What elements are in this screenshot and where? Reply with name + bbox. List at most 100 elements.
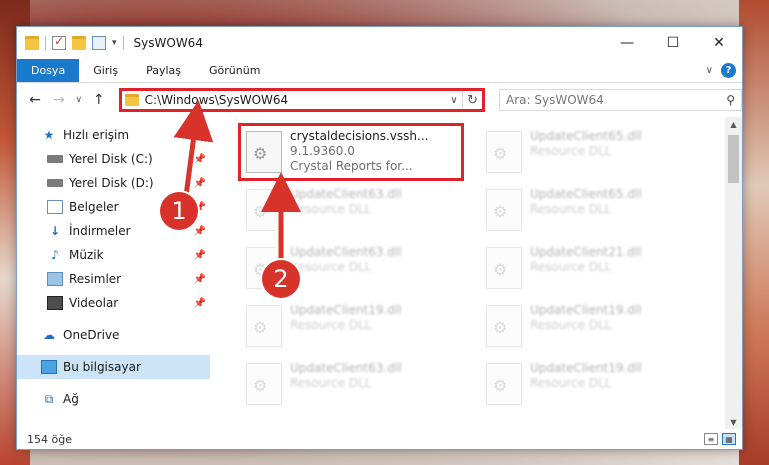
file-type: Resource DLL [290, 376, 372, 390]
toolbar-divider [45, 36, 46, 50]
folder-icon [25, 36, 39, 50]
dll-file-icon [246, 305, 282, 347]
file-name: UpdateClient63.dll [290, 361, 402, 375]
window-title: SysWOW64 [133, 36, 203, 50]
file-tile[interactable]: UpdateClient65.dllResource DLL [480, 125, 700, 181]
address-dropdown-icon[interactable]: ∨ [446, 95, 462, 106]
nav-label: OneDrive [63, 328, 120, 342]
rename-icon[interactable] [92, 36, 106, 50]
window-controls: — ☐ ✕ [604, 28, 742, 58]
file-name: UpdateClient63.dll [290, 187, 402, 201]
pin-icon[interactable]: 📌 [194, 226, 206, 237]
nav-network[interactable]: ⧉ Ağ [17, 387, 210, 411]
nav-quick-access[interactable]: ★ Hızlı erişim [17, 123, 210, 147]
nav-label: Yerel Disk (D:) [69, 176, 154, 190]
pictures-icon [47, 272, 63, 286]
up-button[interactable]: ↑ [89, 90, 109, 110]
nav-item-disk-c[interactable]: Yerel Disk (C:) 📌 [17, 147, 210, 171]
navigation-bar: ← → ∨ ↑ C:\Windows\SysWOW64 ∨ ↻ ⚲ [17, 83, 742, 117]
qat-dropdown-icon[interactable]: ▾ [112, 38, 117, 48]
nav-label: Belgeler [69, 200, 119, 214]
file-tile[interactable]: UpdateClient63.dllResource DLL [240, 183, 460, 239]
star-icon: ★ [43, 128, 55, 142]
minimize-button[interactable]: — [604, 28, 650, 58]
file-tile[interactable]: UpdateClient19.dllResource DLL [480, 299, 700, 355]
refresh-button[interactable]: ↻ [462, 91, 482, 109]
callout-2: 2 [262, 260, 300, 298]
videos-icon [47, 296, 63, 310]
search-input[interactable] [506, 93, 727, 107]
address-path[interactable]: C:\Windows\SysWOW64 [145, 93, 446, 107]
pin-icon[interactable]: 📌 [194, 154, 206, 165]
nav-label: Bu bilgisayar [63, 360, 141, 374]
close-button[interactable]: ✕ [696, 28, 742, 58]
explorer-window: ▾ SysWOW64 — ☐ ✕ Dosya Giriş Paylaş Görü… [16, 26, 743, 450]
documents-icon [47, 200, 63, 214]
recent-locations-button[interactable]: ∨ [73, 95, 85, 105]
disk-icon [47, 179, 63, 187]
dll-file-icon [486, 247, 522, 289]
nav-item-music[interactable]: ♪ Müzik 📌 [17, 243, 210, 267]
expand-ribbon-icon[interactable]: ∨ [706, 65, 713, 76]
dll-file-icon [246, 363, 282, 405]
pin-icon[interactable]: 📌 [194, 274, 206, 285]
tab-share[interactable]: Paylaş [132, 59, 195, 82]
forward-button[interactable]: → [49, 90, 69, 110]
dll-file-icon [486, 189, 522, 231]
new-folder-icon[interactable] [72, 36, 86, 50]
file-name: UpdateClient21.dll [530, 245, 642, 259]
pin-icon[interactable]: 📌 [194, 178, 206, 189]
file-tile[interactable]: UpdateClient19.dllResource DLL [480, 357, 700, 413]
scroll-down-icon[interactable]: ▼ [725, 415, 742, 429]
folder-icon [124, 94, 139, 106]
nav-label: Hızlı erişim [63, 128, 130, 142]
maximize-button[interactable]: ☐ [650, 28, 696, 58]
file-type: Resource DLL [290, 202, 372, 216]
nav-item-videos[interactable]: Videolar 📌 [17, 291, 210, 315]
toolbar-divider [122, 36, 124, 50]
ribbon-tabs: Dosya Giriş Paylaş Görünüm ∨ ? [17, 59, 742, 83]
view-buttons: ≡ ▦ [704, 433, 742, 445]
help-icon[interactable]: ? [721, 63, 736, 78]
properties-check-icon[interactable] [52, 34, 66, 50]
search-icon[interactable]: ⚲ [726, 93, 735, 107]
nav-item-pictures[interactable]: Resimler 📌 [17, 267, 210, 291]
background-right [739, 0, 769, 465]
scroll-up-icon[interactable]: ▲ [725, 117, 742, 131]
nav-label: Yerel Disk (C:) [69, 152, 153, 166]
nav-label: Müzik [69, 248, 104, 262]
file-type: Resource DLL [530, 260, 612, 274]
tab-view[interactable]: Görünüm [195, 59, 274, 82]
file-tile[interactable]: UpdateClient19.dllResource DLL [240, 299, 460, 355]
nav-this-pc[interactable]: Bu bilgisayar [17, 355, 210, 379]
tab-file[interactable]: Dosya [17, 59, 80, 82]
address-bar[interactable]: C:\Windows\SysWOW64 ∨ ↻ [118, 88, 486, 112]
tiles-view-icon[interactable]: ▦ [722, 433, 736, 445]
file-name: UpdateClient65.dll [530, 187, 642, 201]
nav-label: İndirmeler [69, 224, 131, 238]
quick-access-toolbar: ▾ [25, 34, 124, 50]
dll-file-icon [246, 189, 282, 231]
file-tile[interactable]: UpdateClient65.dllResource DLL [480, 183, 700, 239]
file-name: UpdateClient19.dll [530, 303, 642, 317]
pin-icon[interactable]: 📌 [194, 250, 206, 261]
file-type: Resource DLL [530, 144, 612, 158]
disk-icon [47, 155, 63, 163]
file-tile[interactable]: UpdateClient63.dllResource DLL [240, 357, 460, 413]
scroll-thumb[interactable] [728, 135, 739, 183]
details-view-icon[interactable]: ≡ [704, 433, 718, 445]
file-tile[interactable]: UpdateClient21.dllResource DLL [480, 241, 700, 297]
computer-icon [41, 360, 57, 374]
navigation-pane: ★ Hızlı erişim Yerel Disk (C:) 📌 Yerel D… [17, 117, 210, 429]
file-type: Resource DLL [530, 376, 612, 390]
file-type: Resource DLL [290, 260, 372, 274]
network-icon: ⧉ [44, 391, 54, 406]
back-button[interactable]: ← [25, 90, 45, 110]
vertical-scrollbar[interactable]: ▲ ▼ [725, 117, 742, 429]
highlight-box [238, 123, 464, 181]
pin-icon[interactable]: 📌 [194, 298, 206, 309]
file-type: Resource DLL [290, 318, 372, 332]
tab-home[interactable]: Giriş [79, 59, 132, 82]
nav-onedrive[interactable]: ☁ OneDrive [17, 323, 210, 347]
search-box[interactable]: ⚲ [499, 89, 742, 111]
